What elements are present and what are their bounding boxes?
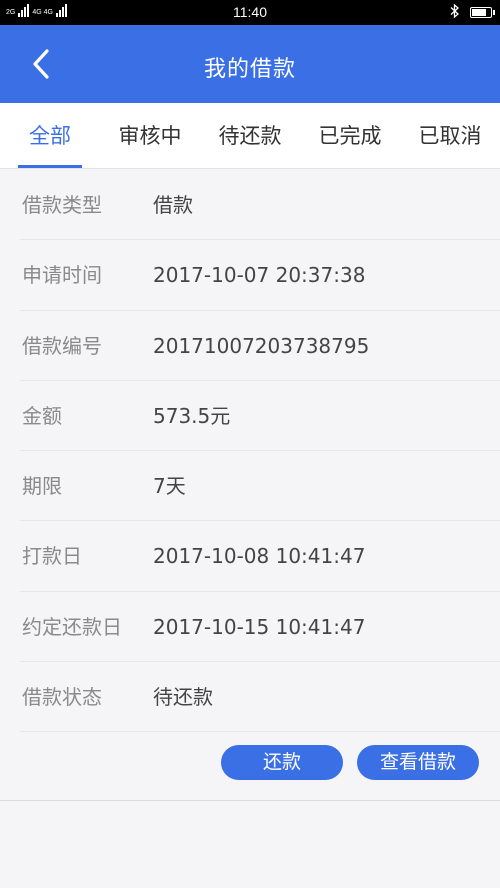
status-time: 11:40 xyxy=(233,4,267,20)
app-header: 我的借款 xyxy=(0,25,500,103)
tab-reviewing[interactable]: 审核中 xyxy=(110,103,190,169)
battery-icon xyxy=(470,7,495,18)
detail-label: 金额 xyxy=(22,403,62,428)
detail-value: 7天 xyxy=(153,474,186,499)
detail-row-due-date: 约定还款日 2017-10-15 10:41:47 xyxy=(20,592,500,663)
detail-value: 2017-10-07 20:37:38 xyxy=(153,263,366,288)
loan-detail-list: 借款类型 借款 申请时间 2017-10-07 20:37:38 借款编号 20… xyxy=(0,170,500,733)
battery-fill xyxy=(472,9,487,16)
detail-value: 20171007203738795 xyxy=(153,333,370,358)
detail-label: 借款编号 xyxy=(22,333,102,358)
detail-row-apply-time: 申请时间 2017-10-07 20:37:38 xyxy=(20,240,500,311)
detail-value: 2017-10-08 10:41:47 xyxy=(153,544,366,569)
tab-pending-repayment[interactable]: 待还款 xyxy=(210,103,290,169)
status-value: 待还款 xyxy=(153,685,213,710)
detail-row-amount: 金额 573.5元 xyxy=(20,381,500,452)
detail-row-loan-type: 借款类型 借款 xyxy=(20,170,500,241)
detail-label: 期限 xyxy=(22,474,62,499)
filter-tabs: 全部 审核中 待还款 已完成 已取消 xyxy=(0,103,500,169)
detail-value: 借款 xyxy=(153,193,193,217)
bluetooth-icon xyxy=(450,3,460,21)
tab-cancelled[interactable]: 已取消 xyxy=(410,103,490,169)
detail-value: 573.5元 xyxy=(153,403,231,428)
detail-row-term: 期限 7天 xyxy=(20,451,500,522)
detail-row-payout-date: 打款日 2017-10-08 10:41:47 xyxy=(20,521,500,592)
tab-completed[interactable]: 已完成 xyxy=(310,103,390,169)
detail-label: 约定还款日 xyxy=(22,614,122,639)
detail-row-loan-status: 借款状态 待还款 xyxy=(20,662,500,733)
active-tab-indicator xyxy=(18,165,82,168)
status-bar: 2G 4G 4G 11:40 xyxy=(0,0,500,25)
detail-label: 借款类型 xyxy=(22,193,102,217)
page-title: 我的借款 xyxy=(203,57,296,82)
detail-label: 申请时间 xyxy=(22,263,102,288)
tab-all[interactable]: 全部 xyxy=(18,103,82,169)
detail-row-loan-number: 借款编号 20171007203738795 xyxy=(20,311,500,381)
repay-button[interactable]: 还款 xyxy=(221,745,343,780)
loan-actions: 还款 查看借款 xyxy=(0,733,500,801)
detail-label: 借款状态 xyxy=(22,685,102,710)
view-loan-button[interactable]: 查看借款 xyxy=(357,745,479,780)
detail-value: 2017-10-15 10:41:47 xyxy=(153,614,366,639)
detail-label: 打款日 xyxy=(22,544,82,569)
